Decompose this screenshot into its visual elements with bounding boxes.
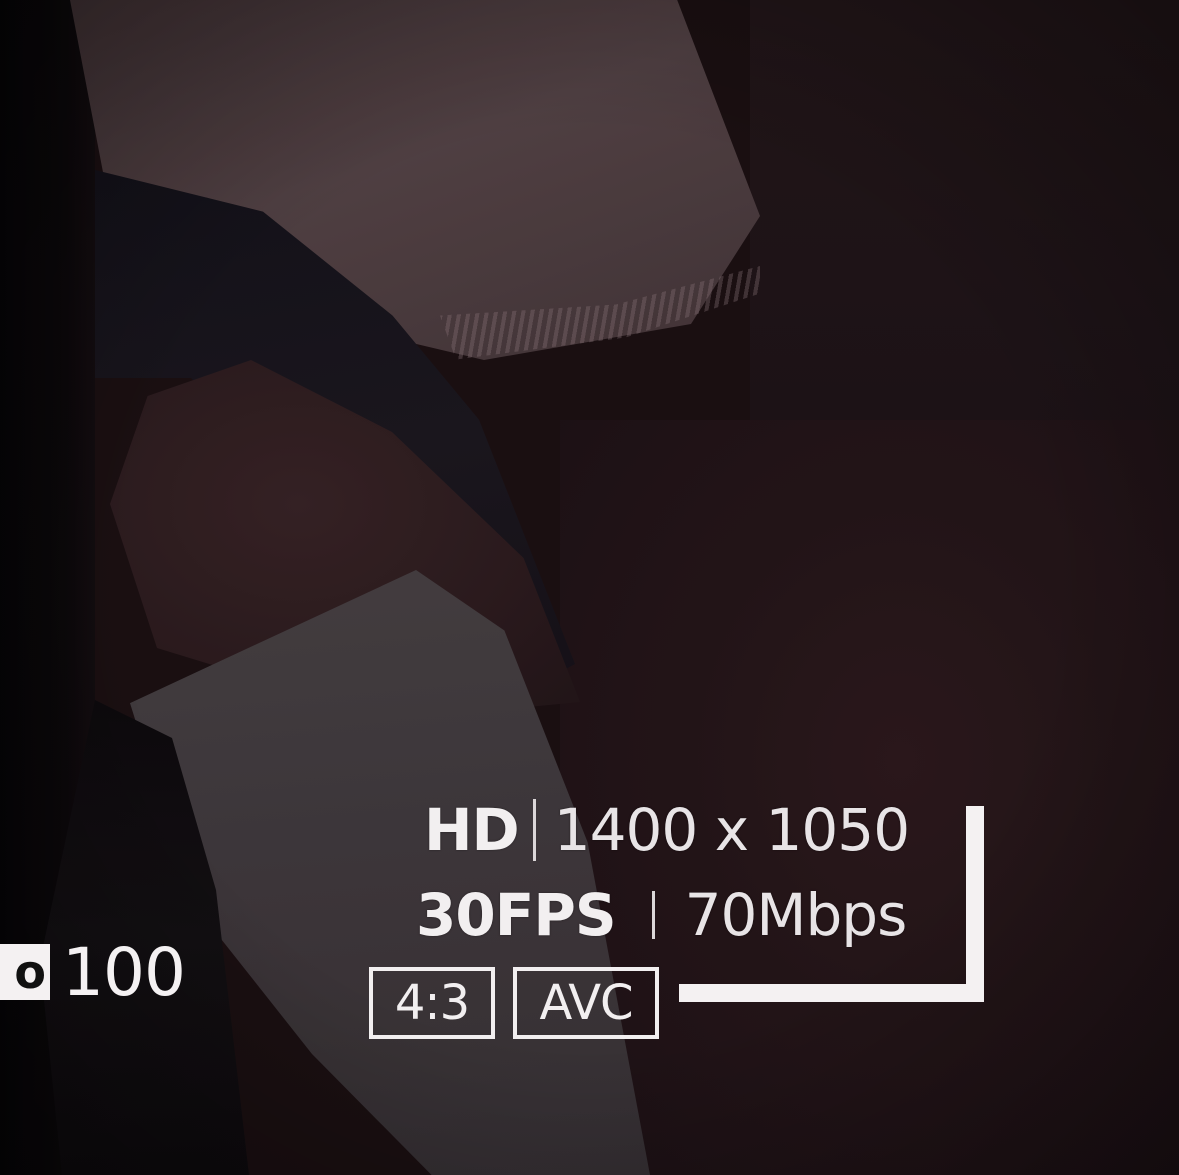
corner-bracket-horizontal bbox=[679, 984, 984, 1002]
framerate-bitrate-readout: 30FPS 70Mbps bbox=[416, 878, 908, 952]
codec-badge: AVC bbox=[513, 967, 659, 1039]
separator bbox=[651, 891, 655, 939]
bitrate-value: 70Mbps bbox=[684, 881, 908, 949]
corner-bracket-vertical bbox=[966, 806, 984, 1002]
frame-rate-value: 30FPS bbox=[416, 881, 617, 949]
resolution-readout: HD 1400 x 1050 bbox=[424, 795, 910, 865]
camera-viewfinder: HD 1400 x 1050 30FPS 70Mbps 4:3 AVC o 10… bbox=[0, 0, 1179, 1175]
separator bbox=[532, 799, 536, 861]
resolution-value: 1400 x 1050 bbox=[553, 796, 910, 864]
iso-value: 100 bbox=[62, 933, 186, 1011]
iso-label: o bbox=[0, 944, 50, 1000]
aspect-ratio-badge: 4:3 bbox=[369, 967, 495, 1039]
quality-label: HD bbox=[424, 796, 520, 864]
